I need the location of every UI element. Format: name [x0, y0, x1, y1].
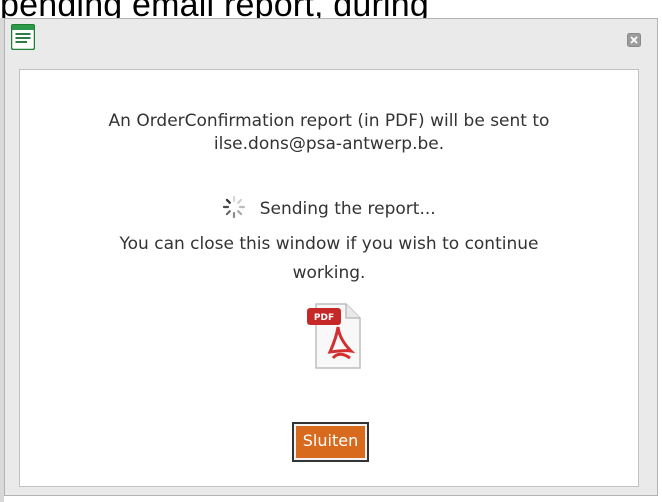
loading-spinner-icon [223, 195, 246, 219]
sending-status: Sending the report... [20, 195, 638, 219]
close-button[interactable]: Sluiten [292, 422, 369, 462]
report-dialog: An OrderConfirmation report (in PDF) wil… [4, 18, 658, 496]
report-message-line1: An OrderConfirmation report (in PDF) wil… [108, 111, 550, 131]
report-message-line2: ilse.dons@psa-antwerp.be. [213, 134, 445, 154]
close-icon[interactable] [627, 33, 641, 47]
pdf-file-icon: PDF [307, 303, 361, 369]
dialog-body: An OrderConfirmation report (in PDF) wil… [19, 69, 639, 487]
dialog-header [5, 19, 657, 65]
continue-info-line2: working. [292, 263, 366, 283]
pdf-badge-text: PDF [314, 313, 334, 323]
sending-status-text: Sending the report... [259, 199, 436, 219]
continue-info-line1: You can close this window if you wish to… [119, 234, 539, 254]
report-window-icon [11, 24, 35, 50]
